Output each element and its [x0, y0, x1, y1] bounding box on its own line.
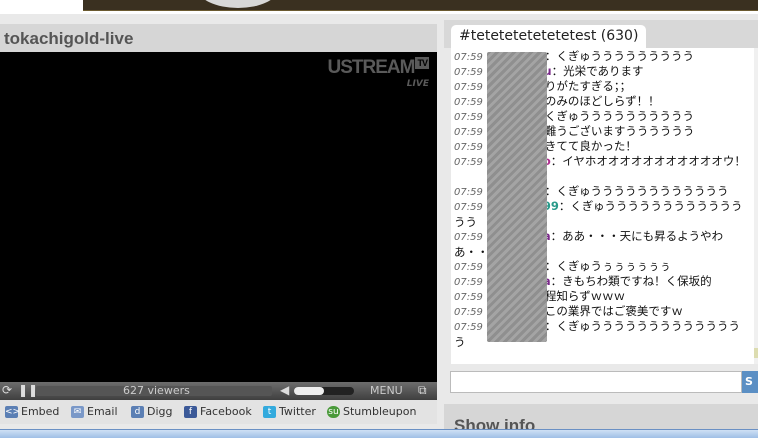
message-time: 07:59: [454, 67, 483, 78]
message-text: ：くぎゅううううううううう: [544, 49, 694, 63]
chat-scrollbar[interactable]: [754, 48, 758, 364]
top-banner: [0, 0, 758, 14]
share-stumbleupon[interactable]: su Stumbleupon: [327, 405, 416, 418]
message-text: 難うございますうううううう: [544, 124, 695, 138]
menu-button[interactable]: MENU: [370, 384, 403, 397]
message-text: ：きもちわ類ですね！く保坂的: [550, 274, 712, 288]
live-indicator: LIVE: [406, 79, 429, 89]
fullscreen-icon[interactable]: ⧉: [418, 383, 427, 398]
share-digg[interactable]: d Digg: [131, 405, 173, 418]
message-time: 07:59: [454, 97, 483, 108]
message-text: ：くぎゅうぅぅぅぅぅぅ: [544, 259, 671, 273]
message-text: 程知らずｗｗｗ: [544, 289, 626, 303]
message-time: 07:59: [454, 322, 483, 333]
message-time: 07:59: [454, 127, 483, 138]
message-text: のみのほどしらず！！: [544, 94, 660, 108]
message-time: 07:59: [454, 277, 483, 288]
share-email[interactable]: ✉ Email: [71, 405, 118, 418]
message-time: 07:59: [454, 157, 483, 168]
chat-input[interactable]: [450, 371, 742, 393]
video-player[interactable]: USTREAM TV LIVE: [0, 52, 437, 382]
message-text: この業界ではご褒美ですｗ: [544, 304, 683, 318]
message-time: 07:59: [454, 112, 483, 123]
channel-title: tokachigold-live: [4, 29, 134, 48]
banner-ad[interactable]: [83, 0, 758, 11]
avatar-column: [487, 52, 547, 342]
volume-icon[interactable]: ◀: [280, 383, 289, 397]
chat-column: #tetetetetetetetest (630) 07:59 ：くぎゅううううう…: [444, 20, 758, 437]
chat-log[interactable]: 07:59：くぎゅううううううううう07:59_su：光栄であります07:59り…: [451, 48, 758, 364]
share-twitter[interactable]: t Twitter: [263, 405, 316, 418]
player-column: tokachigold-live USTREAM TV LIVE ⟳ ❚❚ 627…: [0, 20, 437, 437]
message-time: 07:59: [454, 307, 483, 318]
message-text: くぎゅうううううううううう: [544, 109, 694, 123]
email-icon: ✉: [71, 405, 84, 418]
share-facebook[interactable]: f Facebook: [184, 405, 252, 418]
player-controls: ⟳ ❚❚ 627 viewers ◀ MENU ⧉: [0, 382, 437, 400]
send-button[interactable]: S: [742, 371, 758, 393]
chat-header: #tetetetetetetetest (630): [444, 20, 758, 48]
channel-titlebar: tokachigold-live: [0, 24, 437, 52]
message-time: 07:59: [454, 292, 483, 303]
ustream-logo: USTREAM TV: [327, 57, 429, 78]
share-bar: <> Embed ✉ Email d Digg f Facebook t Twi…: [0, 400, 437, 424]
message-time: 07:59: [454, 187, 483, 198]
share-embed[interactable]: <> Embed: [5, 405, 59, 418]
message-time: 07:59: [454, 142, 483, 153]
message-text: ：光栄であります: [551, 64, 644, 78]
message-text: ：くぎゅうううううううううううう: [544, 184, 729, 198]
message-text: りがたすぎる；；: [544, 79, 632, 93]
chat-scroll-thumb[interactable]: [754, 348, 758, 358]
digg-icon: d: [131, 405, 144, 418]
facebook-icon: f: [184, 405, 197, 418]
chat-room-tab[interactable]: #tetetetetetetetest (630): [451, 25, 647, 48]
message-time: 07:59: [454, 82, 483, 93]
message-time: 07:59: [454, 52, 483, 63]
message-text: きてて良かった！: [544, 139, 637, 153]
message-text: ：イヤホオオオオオオオオオオオウ！: [550, 154, 746, 168]
stumbleupon-icon: su: [327, 405, 340, 418]
message-time: 07:59: [454, 202, 483, 213]
twitter-icon: t: [263, 405, 276, 418]
banner-graphic: [198, 0, 278, 8]
viewer-count: 627 viewers: [123, 384, 190, 397]
message-time: 07:59: [454, 232, 483, 243]
volume-slider[interactable]: [294, 387, 354, 395]
embed-icon: <>: [5, 405, 21, 418]
refresh-icon[interactable]: ⟳: [2, 383, 12, 397]
message-time: 07:59: [454, 262, 483, 273]
